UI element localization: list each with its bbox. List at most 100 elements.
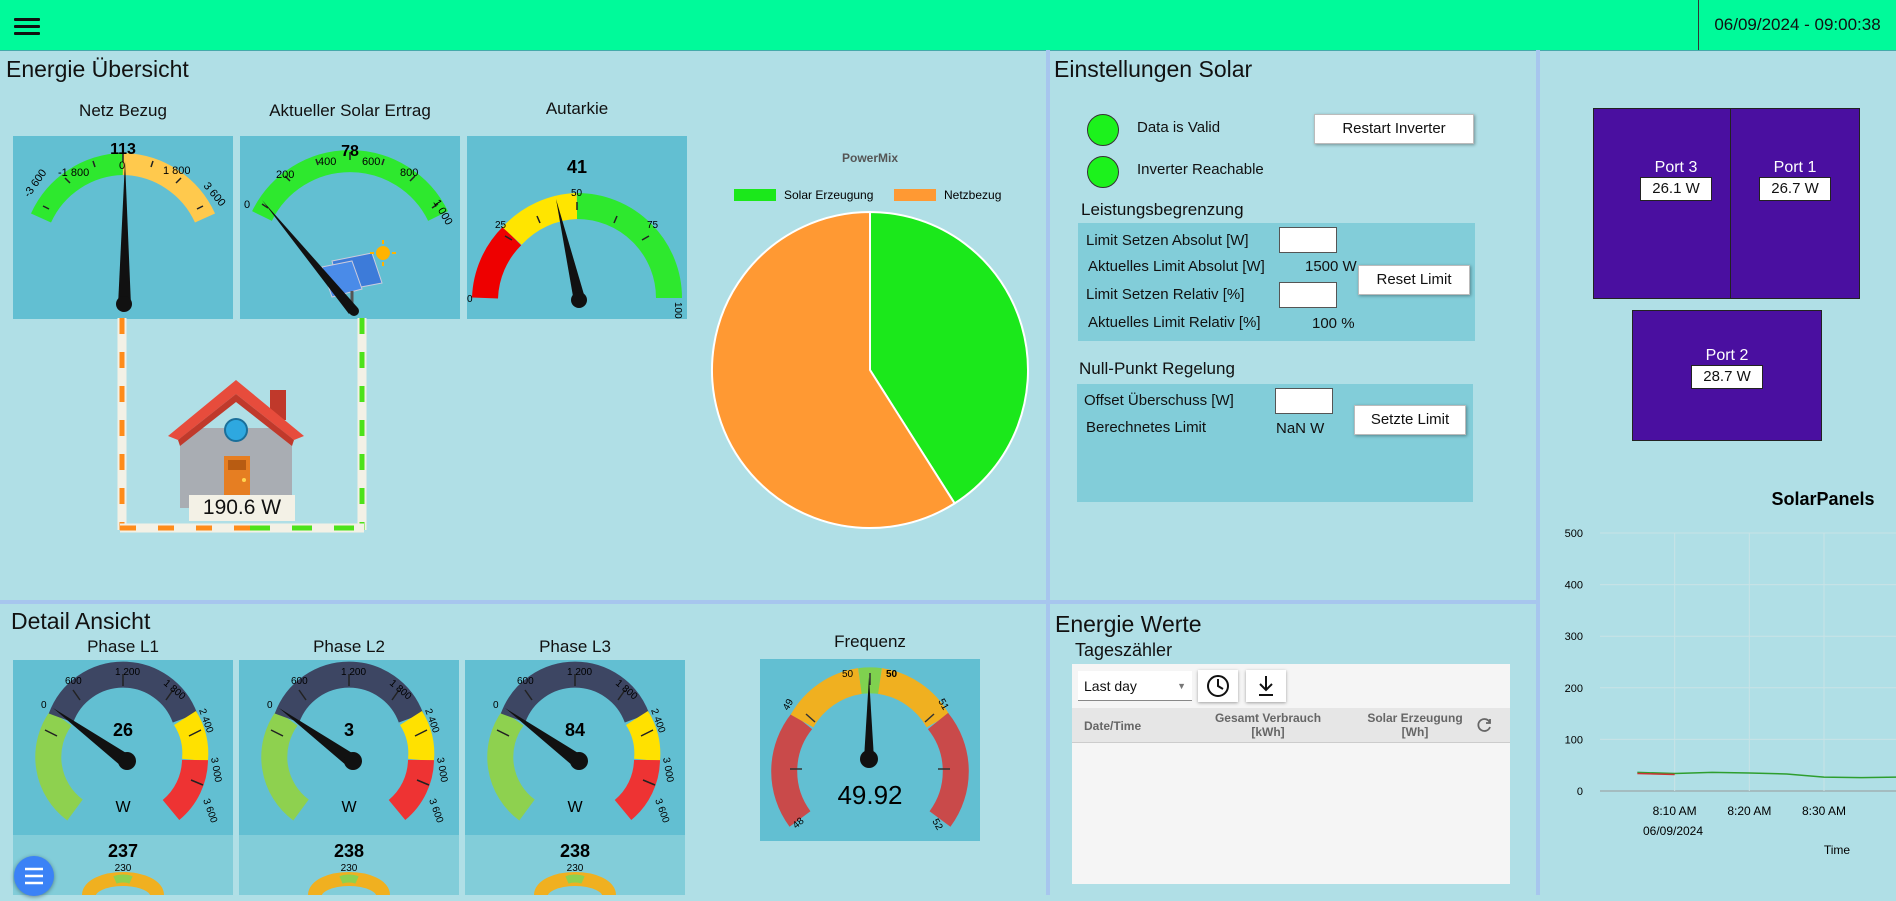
current-absolute-label: Aktuelles Limit Absolut [W] — [1088, 258, 1265, 275]
current-absolute-value: 1500 W — [1305, 258, 1357, 275]
overview-title: Energie Übersicht — [6, 56, 189, 82]
relative-limit-input[interactable] — [1279, 282, 1337, 308]
phase-gauge: 0 600 1 200 1 800 2 400 3 000 3 600 84 W… — [465, 660, 685, 897]
energy-subtitle: Tageszähler — [1075, 640, 1173, 660]
gauge-title: Frequenz — [834, 632, 906, 651]
voltage-value: 237 — [108, 841, 138, 861]
restart-inverter-button[interactable]: Restart Inverter — [1314, 114, 1474, 144]
house-diagram: 190.6 W — [110, 318, 370, 538]
series-line-0 — [1637, 771, 1896, 779]
table-header: Date/Time Gesamt Verbrauch [kWh] Solar E… — [1072, 708, 1510, 743]
y-tick-label: 500 — [1565, 528, 1583, 540]
status-label: Data is Valid — [1137, 119, 1221, 136]
chart-title: SolarPanels — [1771, 489, 1874, 509]
gauge-value: 3 — [344, 720, 354, 740]
null-panel: Offset Überschuss [W] Berechnetes Limit … — [1077, 384, 1473, 502]
offset-label: Offset Überschuss [W] — [1084, 392, 1234, 409]
legend-swatch-solar — [734, 189, 776, 201]
detail-title: Detail Ansicht — [11, 608, 151, 634]
tick-label: 3 000 — [660, 757, 675, 784]
tick-label: 0 — [493, 700, 499, 711]
absolute-limit-input[interactable] — [1279, 227, 1337, 253]
tick-label: 25 — [495, 220, 507, 231]
reset-limit-button[interactable]: Reset Limit — [1358, 265, 1470, 295]
port-name: Port 2 — [1705, 347, 1749, 364]
x-tick-label: 8:30 AM — [1802, 804, 1846, 818]
offset-input[interactable] — [1275, 388, 1333, 414]
y-tick-label: 100 — [1565, 734, 1583, 746]
autarkie-gauge: 0 25 50 75 100 41 — [467, 136, 687, 319]
port-tile: Port 1 26.7 W — [1730, 108, 1860, 299]
current-relative-value: 100 % — [1312, 315, 1355, 332]
tick-label: 3 600 — [652, 797, 671, 825]
gauge-value: 26 — [113, 720, 133, 740]
series-line-1 — [1637, 772, 1675, 776]
column-header: Gesamt Verbrauch [kWh] — [1214, 711, 1322, 739]
set-limit-button[interactable]: Setzte Limit — [1354, 405, 1466, 435]
tick-label: 50 — [842, 669, 854, 680]
legend-item: Solar Erzeugung — [734, 188, 873, 202]
tick-label: 600 — [291, 676, 308, 687]
set-absolute-label: Limit Setzen Absolut [W] — [1086, 232, 1249, 249]
chart-title: PowerMix — [842, 151, 898, 165]
x-axis-label: Time — [1824, 843, 1851, 857]
refresh-icon[interactable] — [1476, 716, 1494, 734]
legend-label: Solar Erzeugung — [784, 188, 873, 202]
download-icon — [1259, 676, 1273, 696]
tick-label: 50 — [571, 188, 583, 199]
calc-value: NaN W — [1276, 420, 1325, 437]
legend-swatch-grid — [894, 189, 936, 201]
solarpanels-chart: SolarPanels 0 100 200 300 400 500 8:10 AM 8:20 … — [1545, 485, 1896, 895]
gauge-title: Phase L1 — [87, 637, 159, 656]
clock-button[interactable] — [1198, 670, 1238, 702]
range-select[interactable]: Last day ▼ — [1078, 671, 1192, 701]
download-button[interactable] — [1246, 670, 1286, 702]
tick-label: -1 800 — [58, 167, 89, 179]
settings-title: Einstellungen Solar — [1054, 56, 1253, 82]
limit-section-title: Leistungsbegrenzung — [1081, 200, 1244, 219]
clock-icon — [1207, 675, 1229, 697]
port-value: 28.7 W — [1691, 365, 1763, 389]
tick-label: 3 000 — [434, 757, 449, 784]
tick-label: 600 — [517, 676, 534, 687]
status-led-reachable — [1087, 156, 1119, 188]
tick-label: 3 600 — [426, 797, 445, 825]
tick-label: 1 200 — [115, 667, 140, 678]
port-tile: Port 2 28.7 W — [1632, 310, 1822, 441]
column-header: Date/Time — [1084, 719, 1142, 733]
tick-label: 1 200 — [341, 667, 366, 678]
tick-label: 1 200 — [567, 667, 592, 678]
voltage-value: 238 — [334, 841, 364, 861]
tick-label: 0 — [119, 160, 125, 172]
x-sublabel: 06/09/2024 — [1643, 824, 1703, 838]
divider — [0, 600, 1536, 604]
port-value: 26.1 W — [1640, 177, 1712, 201]
gauge-value: 78 — [341, 143, 359, 160]
menu-icon — [25, 867, 43, 885]
fab-menu-button[interactable] — [14, 856, 54, 896]
port-name: Port 1 — [1773, 159, 1817, 176]
menu-icon[interactable] — [14, 14, 40, 38]
tick-label: 100 — [672, 302, 683, 319]
solar-ertrag-gauge: 0 200 400 600 800 1 000 78 — [240, 136, 460, 319]
powermix-chart: PowerMix Solar Erzeugung Netzbezug — [700, 145, 1040, 535]
y-tick-label: 400 — [1565, 580, 1583, 592]
column-header: Solar Erzeugung [Wh] — [1367, 711, 1463, 739]
tick-label: 400 — [318, 156, 336, 168]
chevron-down-icon: ▼ — [1177, 681, 1186, 691]
port-value: 26.7 W — [1759, 177, 1831, 201]
divider — [1046, 50, 1050, 895]
tick-label: 3 000 — [208, 757, 223, 784]
x-tick-label: 8:20 AM — [1727, 804, 1771, 818]
energy-table: Last day ▼ Date/Time Gesamt Verbrauch [k… — [1072, 664, 1510, 884]
tick-label: 800 — [400, 167, 418, 179]
legend-item: Netzbezug — [894, 188, 1001, 202]
frequency-gauge: 48 49 50 50 51 52 49.92 — [760, 659, 980, 841]
gauge-value: 49.92 — [837, 780, 902, 810]
current-relative-label: Aktuelles Limit Relativ [%] — [1088, 314, 1261, 331]
energy-title: Energie Werte — [1055, 611, 1202, 637]
y-tick-label: 200 — [1565, 683, 1583, 695]
tick-label: 0 — [41, 700, 47, 711]
tick-label: 0 — [244, 199, 250, 211]
house-icon — [168, 380, 304, 508]
